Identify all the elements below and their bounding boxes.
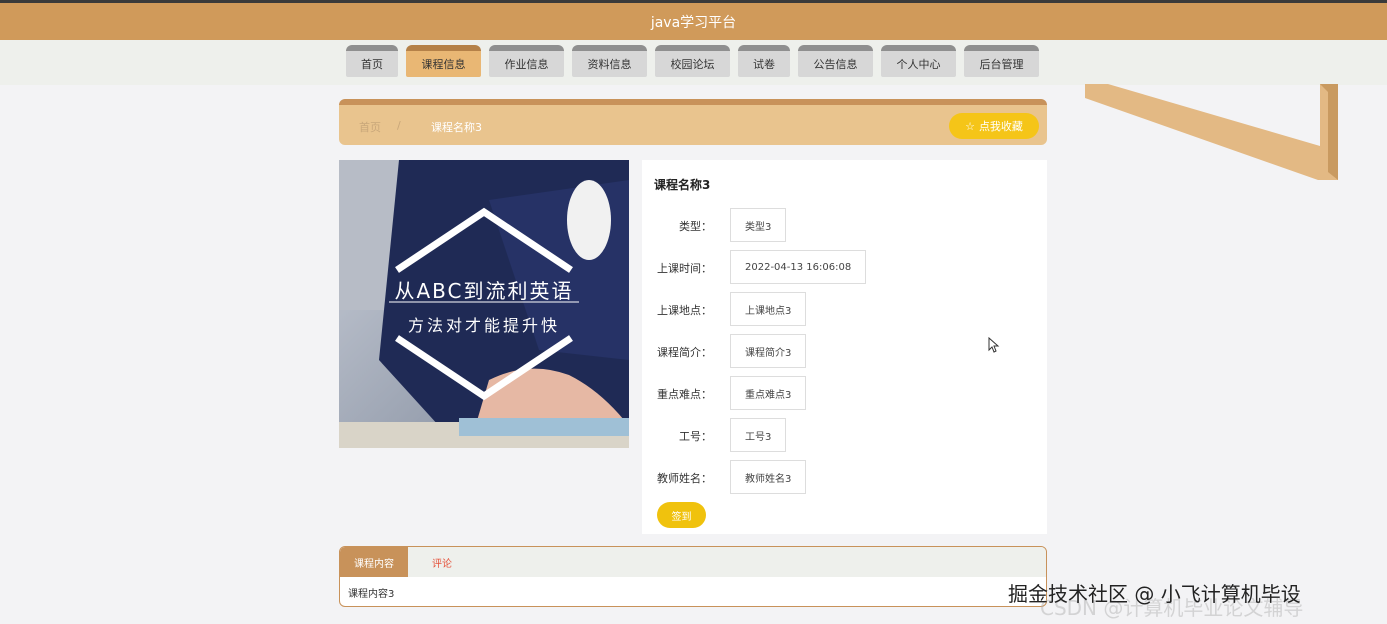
field-row-class-time: 上课时间： 2022-04-13 16:06:08 bbox=[642, 250, 1042, 284]
nav-item-exam[interactable]: 试卷 bbox=[738, 45, 790, 77]
nav-label: 后台管理 bbox=[979, 58, 1024, 71]
field-label: 工号： bbox=[679, 430, 712, 443]
breadcrumb: 首页 / 课程名称3 ☆ 点我收藏 bbox=[339, 99, 1047, 145]
nav-item-admin[interactable]: 后台管理 bbox=[964, 45, 1039, 77]
favorite-button[interactable]: ☆ 点我收藏 bbox=[949, 113, 1039, 139]
nav-item-material-info[interactable]: 资料信息 bbox=[572, 45, 647, 77]
field-value: 2022-04-13 16:06:08 bbox=[730, 250, 867, 284]
nav-label: 公告信息 bbox=[813, 58, 858, 71]
nav-item-homework-info[interactable]: 作业信息 bbox=[489, 45, 564, 77]
field-value: 重点难点3 bbox=[730, 376, 807, 410]
field-value: 工号3 bbox=[730, 418, 787, 452]
field-value: 教师姓名3 bbox=[730, 460, 807, 494]
tab-comments[interactable]: 评论 bbox=[408, 547, 476, 577]
tab-course-content[interactable]: 课程内容 bbox=[340, 547, 408, 577]
field-row-location: 上课地点： 上课地点3 bbox=[642, 292, 1042, 326]
nav-item-personal-center[interactable]: 个人中心 bbox=[881, 45, 956, 77]
breadcrumb-separator: / bbox=[397, 119, 401, 132]
field-value: 课程简介3 bbox=[730, 334, 807, 368]
nav-label: 资料信息 bbox=[587, 58, 632, 71]
field-label: 课程简介： bbox=[657, 346, 712, 359]
field-value: 上课地点3 bbox=[730, 292, 807, 326]
course-tabs-panel: 课程内容 评论 课程内容3 bbox=[339, 546, 1047, 607]
field-label: 重点难点： bbox=[657, 388, 712, 401]
breadcrumb-home-link[interactable]: 首页 bbox=[359, 119, 381, 135]
cover-title-line1: 从ABC到流利英语 bbox=[394, 279, 574, 303]
nav-label: 作业信息 bbox=[504, 58, 549, 71]
nav-item-home[interactable]: 首页 bbox=[346, 45, 398, 77]
site-title: java学习平台 bbox=[650, 14, 737, 31]
tab-header: 课程内容 评论 bbox=[340, 547, 1046, 577]
nav-label: 个人中心 bbox=[896, 58, 941, 71]
field-value: 类型3 bbox=[730, 208, 787, 242]
nav-label: 首页 bbox=[361, 58, 383, 71]
field-row-type: 类型： 类型3 bbox=[642, 208, 1042, 242]
breadcrumb-current: 课程名称3 bbox=[431, 121, 482, 134]
course-cover-image: 从ABC到流利英语 方法对才能提升快 bbox=[339, 160, 629, 448]
field-label: 教师姓名： bbox=[657, 472, 712, 485]
field-row-intro: 课程简介： 课程简介3 bbox=[642, 334, 1042, 368]
course-detail-panel: 课程名称3 类型： 类型3 上课时间： 2022-04-13 16:06:08 … bbox=[642, 160, 1047, 534]
watermark: 掘金技术社区 @ 小飞计算机毕设 bbox=[1008, 582, 1301, 606]
mouse-cursor-icon bbox=[988, 337, 1000, 353]
field-label: 上课地点： bbox=[657, 304, 712, 317]
favorite-label: 点我收藏 bbox=[978, 120, 1023, 133]
field-row-key-points: 重点难点： 重点难点3 bbox=[642, 376, 1042, 410]
nav-item-course-info[interactable]: 课程信息 bbox=[406, 45, 481, 77]
tab-content: 课程内容3 bbox=[348, 589, 395, 600]
nav-item-announcement[interactable]: 公告信息 bbox=[798, 45, 873, 77]
nav-item-forum[interactable]: 校园论坛 bbox=[655, 45, 730, 77]
field-row-teacher-name: 教师姓名： 教师姓名3 bbox=[642, 460, 1042, 494]
cover-title-line2: 方法对才能提升快 bbox=[407, 316, 560, 335]
signin-button[interactable]: 签到 bbox=[657, 502, 706, 528]
field-row-staff-id: 工号： 工号3 bbox=[642, 418, 1042, 452]
nav-label: 试卷 bbox=[753, 58, 775, 71]
top-header-bar: java学习平台 bbox=[0, 0, 1387, 40]
nav-label: 课程信息 bbox=[421, 58, 466, 71]
field-label: 上课时间： bbox=[657, 262, 712, 275]
nav-label: 校园论坛 bbox=[670, 58, 715, 71]
field-label: 类型： bbox=[679, 220, 712, 233]
star-icon: ☆ bbox=[965, 119, 975, 133]
course-title: 课程名称3 bbox=[654, 178, 711, 192]
decorative-frame-shape bbox=[1085, 84, 1338, 180]
main-nav: 首页 课程信息 作业信息 资料信息 校园论坛 试卷 公告信息 个人中心 后台管理 bbox=[346, 45, 1039, 77]
